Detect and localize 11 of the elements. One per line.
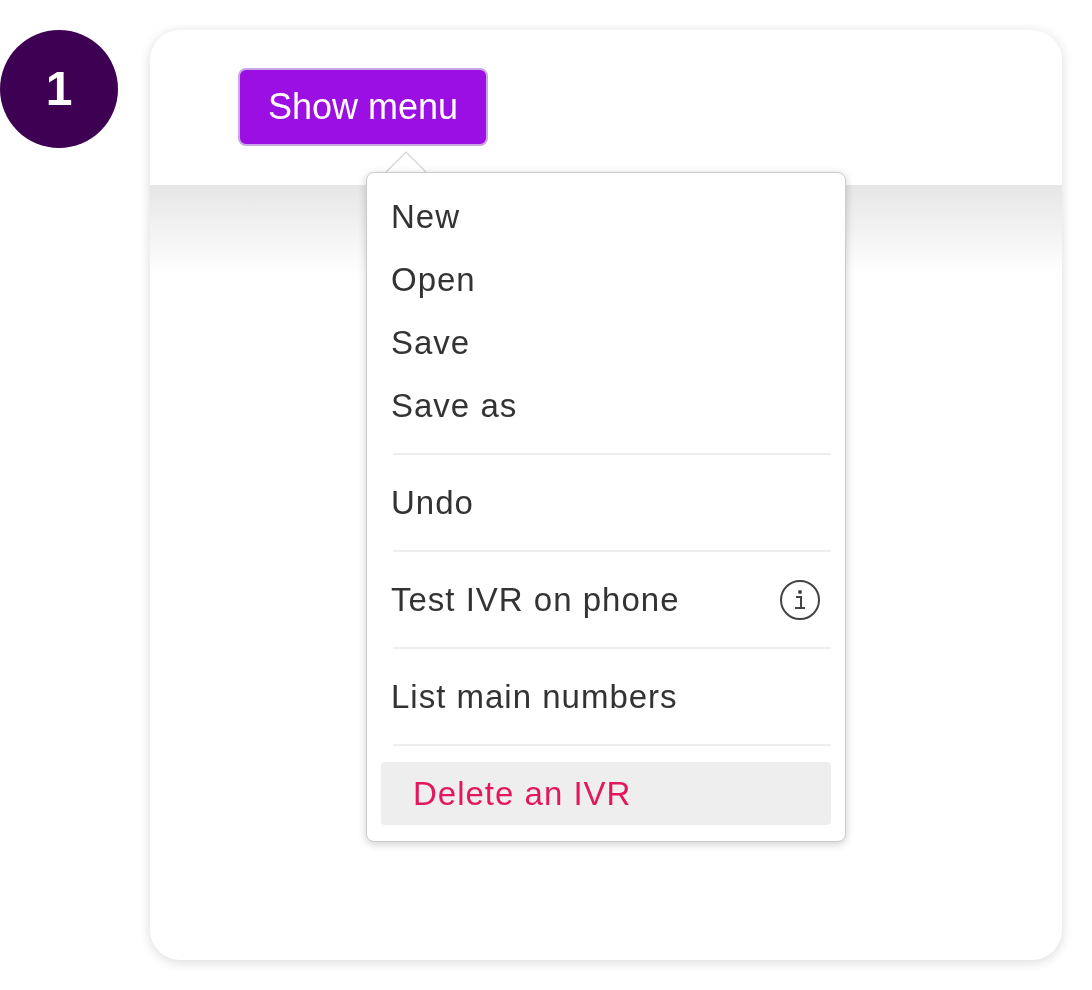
step-badge: 1 [0,30,118,148]
menu-item[interactable]: List main numbers [381,665,831,728]
menu-item[interactable]: Save as [381,374,831,437]
menu-item[interactable]: Delete an IVR [381,762,831,825]
menu-item[interactable]: Open [381,248,831,311]
menu-item[interactable]: Undo [381,471,831,534]
menu-item[interactable]: Save [381,311,831,374]
menu-item[interactable]: New [381,185,831,248]
menu-item[interactable]: Test IVR on phone [381,568,831,631]
info-icon [779,578,821,621]
show-menu-button[interactable]: Show menu [238,68,489,146]
